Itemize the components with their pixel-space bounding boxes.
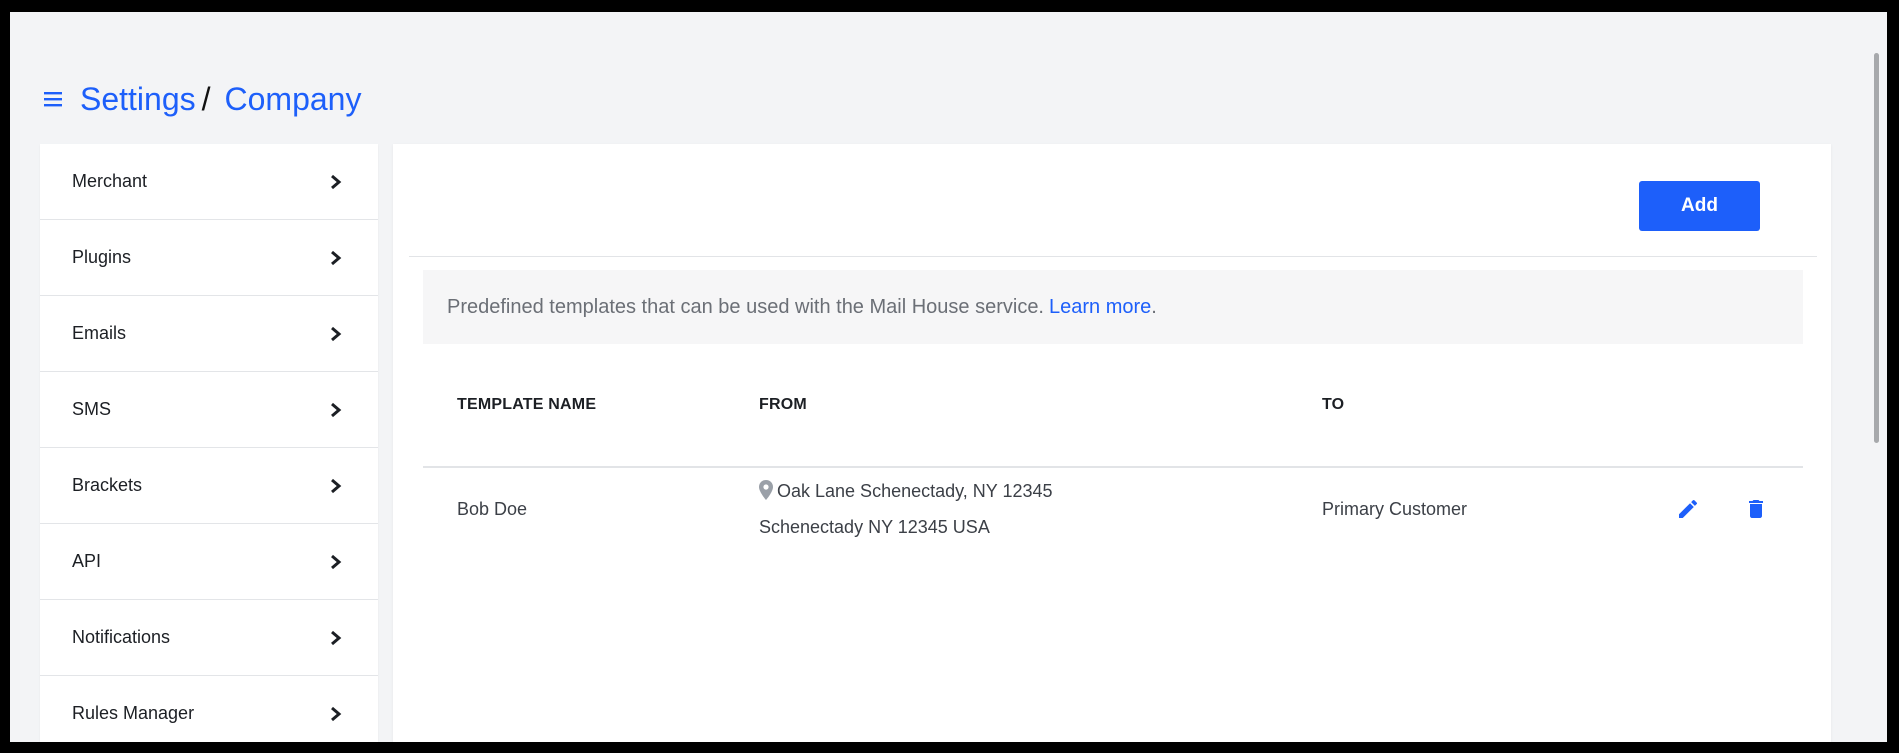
chevron-right-icon <box>331 402 342 417</box>
sidebar-item-label: SMS <box>72 399 112 419</box>
breadcrumb-separator: / <box>201 80 211 117</box>
info-text: Predefined templates that can be used wi… <box>447 295 1044 318</box>
info-banner: Predefined templates that can be used wi… <box>423 270 1803 344</box>
sidebar-item-api[interactable]: API <box>40 524 378 600</box>
chevron-right-icon <box>331 554 342 569</box>
chevron-right-icon <box>331 250 342 265</box>
sidebar-item-emails[interactable]: Emails <box>40 296 378 372</box>
chevron-right-icon <box>331 174 342 189</box>
breadcrumb-company[interactable]: Company <box>225 81 362 118</box>
scrollbar[interactable] <box>1865 12 1887 742</box>
breadcrumb-settings[interactable]: Settings <box>80 81 196 118</box>
from-line1-text: Oak Lane Schenectady, NY 12345 <box>777 481 1053 501</box>
sidebar-item-label: Plugins <box>72 247 132 267</box>
chevron-right-icon <box>331 326 342 341</box>
divider <box>409 256 1817 257</box>
column-header-template-name[interactable]: TEMPLATE NAME <box>457 396 596 414</box>
sidebar-item-plugins[interactable]: Plugins <box>40 220 378 296</box>
map-pin-icon <box>759 480 773 500</box>
sidebar-item-label: API <box>72 551 102 571</box>
app-window: Settings / Company Merchant Plugins Emai… <box>10 12 1887 742</box>
settings-sidebar: Merchant Plugins Emails SMS Brackets API… <box>40 144 378 742</box>
template-name-cell: Bob Doe <box>457 499 528 519</box>
sidebar-item-label: Rules Manager <box>72 703 195 723</box>
scrollbar-thumb[interactable] <box>1874 53 1879 443</box>
sidebar-item-sms[interactable]: SMS <box>40 372 378 448</box>
chevron-right-icon <box>331 706 342 721</box>
info-suffix: . <box>1151 295 1157 318</box>
to-cell: Primary Customer <box>1322 499 1468 519</box>
column-header-to[interactable]: TO <box>1322 396 1344 414</box>
chevron-right-icon <box>331 478 342 493</box>
from-address-line2: Schenectady NY 12345 USA <box>759 517 990 537</box>
sidebar-item-label: Merchant <box>72 171 148 191</box>
hamburger-menu-icon[interactable] <box>42 89 64 109</box>
sidebar-item-label: Emails <box>72 323 127 343</box>
sidebar-item-notifications[interactable]: Notifications <box>40 600 378 676</box>
sidebar-item-brackets[interactable]: Brackets <box>40 448 378 524</box>
templates-panel: Add Predefined templates that can be use… <box>393 144 1831 742</box>
page-header: Settings / Company <box>42 75 361 123</box>
sidebar-item-label: Notifications <box>72 627 171 647</box>
delete-icon[interactable] <box>1744 497 1768 521</box>
column-header-from[interactable]: FROM <box>759 396 807 414</box>
learn-more-link[interactable]: Learn more <box>1049 296 1151 319</box>
edit-icon[interactable] <box>1676 497 1700 521</box>
add-button[interactable]: Add <box>1639 181 1760 231</box>
chevron-right-icon <box>331 630 342 645</box>
from-address-line1: Oak Lane Schenectady, NY 12345 <box>759 480 1053 502</box>
table-header-divider <box>423 466 1803 468</box>
sidebar-item-label: Brackets <box>72 475 143 495</box>
sidebar-item-rules-manager[interactable]: Rules Manager <box>40 676 378 742</box>
sidebar-item-merchant[interactable]: Merchant <box>40 144 378 220</box>
